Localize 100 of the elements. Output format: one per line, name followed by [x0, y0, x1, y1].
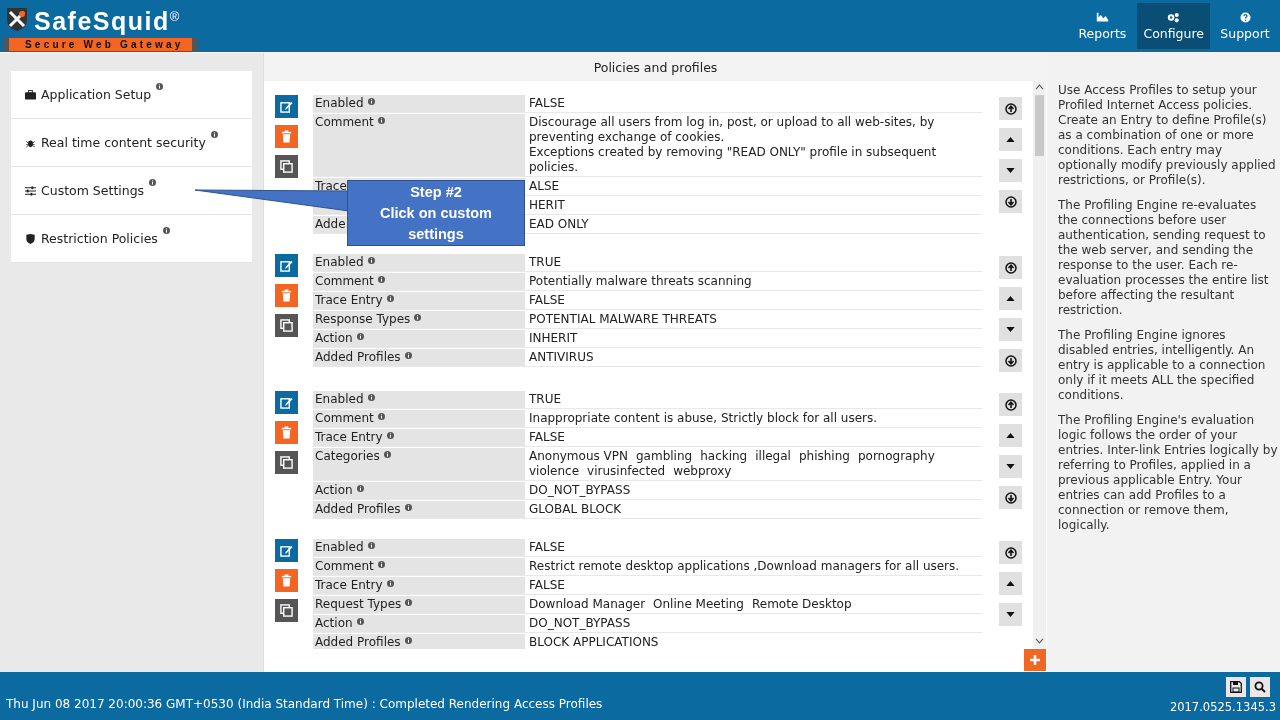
sidebar-item[interactable]: Restriction Policies: [11, 215, 252, 263]
tag: Anonymous VPN: [529, 449, 628, 464]
field-value: EAD ONLY: [529, 217, 589, 231]
add-button[interactable]: [1024, 649, 1046, 671]
field-label: Enabled: [315, 96, 364, 111]
field-label: Trace: [315, 179, 347, 194]
sidebar-item[interactable]: Application Setup: [11, 71, 252, 119]
edit-button[interactable]: [275, 95, 298, 118]
trash-icon: [280, 289, 293, 302]
field-label: Action: [315, 331, 353, 346]
nav-tab[interactable]: Configure: [1137, 3, 1210, 49]
panel-title: Policies and profiles: [264, 53, 1047, 81]
field-label: Added Profiles: [315, 350, 401, 365]
help-paragraph: The Profiling Engine re-evaluates the connections before user authentication, sending request to the web server, and sending the response to the user. Each re-evaluation processes the entire list before affecting the resultant restriction.: [1058, 198, 1270, 318]
edit-button[interactable]: [275, 539, 298, 562]
field-value: ANTIVIRUS: [529, 350, 594, 364]
field-label: Enabled: [315, 540, 364, 555]
move-bottom-button[interactable]: [999, 486, 1022, 509]
info-icon: [356, 485, 364, 492]
field-value: INHERIT: [529, 331, 578, 345]
save-button[interactable]: [1226, 677, 1246, 697]
delete-button[interactable]: [275, 421, 298, 444]
info-icon: [377, 413, 385, 420]
tag: illegal: [755, 449, 791, 464]
delete-button[interactable]: [275, 569, 298, 592]
move-up-button[interactable]: [999, 572, 1022, 595]
trash-icon: [280, 426, 293, 439]
pencil-icon: [280, 544, 293, 557]
delete-button[interactable]: [275, 125, 298, 148]
caret-up-icon: [1006, 433, 1015, 438]
scrollbar-drawing[interactable]: [1033, 81, 1046, 649]
copy-button[interactable]: [275, 155, 298, 178]
help-paragraph: Use Access Profiles to setup your Profiled Internet Access policies. Create an Entry to define Profile(s) as a combination of one or more conditions. Each entry may optionally modify previously applied restrictions, or Profile(s).: [1058, 83, 1277, 188]
field-value: FALSE: [529, 96, 565, 110]
field-value: TRUE: [529, 255, 562, 269]
move-top-button[interactable]: [999, 97, 1022, 120]
info-icon: [367, 542, 375, 549]
move-down-button[interactable]: [999, 159, 1022, 182]
sidebar-item[interactable]: Real time content security: [11, 119, 252, 167]
info-icon: [405, 599, 413, 606]
move-down-button[interactable]: [999, 603, 1022, 626]
edit-button[interactable]: [275, 391, 298, 414]
caret-up-icon: [1006, 137, 1015, 142]
tag: phishing: [798, 449, 850, 464]
field-value: DO_NOT_BYPASS: [529, 616, 631, 630]
field-label: Added Profiles: [315, 502, 401, 517]
field-value: Exceptions created by removing "READ ONLY" profile in subsequent policies.: [529, 145, 938, 175]
copy-button[interactable]: [275, 451, 298, 474]
logo-text: SafeSquid$^{®}$: [34, 6, 181, 37]
copy-icon: [280, 456, 293, 469]
circle-arrow-down-icon: [1004, 195, 1017, 208]
callout-text: Click on custom settings: [379, 203, 493, 244]
field-label: Action: [315, 616, 353, 631]
copy-button[interactable]: [275, 599, 298, 622]
help-paragraph: The Profiling Engine's evaluation logic follows the order of your entries. Inter-link Entries logically by referring to Profiles, applied in a previous applicable Entry. Your entries can add Profiles to a connection or remove them, logically.: [1058, 413, 1278, 533]
briefcase-icon: [25, 89, 36, 100]
info-icon: [367, 257, 375, 264]
version-text: 2017.0525.1345.3: [1169, 700, 1276, 714]
info-icon: [386, 580, 394, 587]
gears-icon: [1167, 11, 1181, 23]
delete-button[interactable]: [275, 284, 298, 307]
logo-icon: [4, 6, 30, 33]
circle-arrow-down-icon: [1004, 491, 1017, 504]
field-label: Enabled: [315, 392, 364, 407]
search-button[interactable]: [1250, 677, 1270, 697]
field-label: Adde: [315, 217, 346, 232]
move-top-button[interactable]: [999, 256, 1022, 279]
search-icon: [1254, 681, 1266, 693]
field-label: Response Types: [315, 312, 411, 327]
nav-tab[interactable]: Reports: [1067, 3, 1138, 49]
move-top-button[interactable]: [999, 541, 1022, 564]
caret-down-icon: [1006, 464, 1015, 469]
copy-icon: [280, 160, 293, 173]
move-bottom-button[interactable]: [999, 190, 1022, 213]
info-icon: [367, 394, 375, 401]
sliders-icon: [25, 185, 36, 196]
help-paragraph: The Profiling Engine ignores disabled entries, intelligently. An entry is applicable to a connection only if it meets ALL the specified conditions.: [1058, 328, 1267, 403]
copy-button[interactable]: [275, 314, 298, 337]
move-up-button[interactable]: [999, 424, 1022, 447]
nav-tab[interactable]: Support: [1210, 3, 1280, 49]
info-icon: [404, 504, 412, 511]
move-up-button[interactable]: [999, 128, 1022, 151]
caret-up-icon: [1006, 581, 1015, 586]
move-up-button[interactable]: [999, 287, 1022, 310]
field-value: POTENTIAL MALWARE THREATS: [529, 312, 717, 326]
move-top-button[interactable]: [999, 393, 1022, 416]
info-icon: [404, 637, 412, 644]
shield-icon: [25, 233, 36, 244]
edit-button[interactable]: [275, 254, 298, 277]
tagline: Secure Web Gateway: [4, 38, 197, 52]
move-bottom-button[interactable]: [999, 349, 1022, 372]
field-value: FALSE: [529, 293, 565, 307]
info-icon: [162, 227, 170, 234]
field-label: Categories: [315, 449, 380, 465]
info-icon: [149, 179, 157, 186]
tag: virusinfected: [587, 464, 666, 479]
move-down-button[interactable]: [999, 455, 1022, 478]
info-icon: [383, 451, 391, 458]
field-label: Trace Entry: [315, 578, 383, 593]
move-down-button[interactable]: [999, 318, 1022, 341]
